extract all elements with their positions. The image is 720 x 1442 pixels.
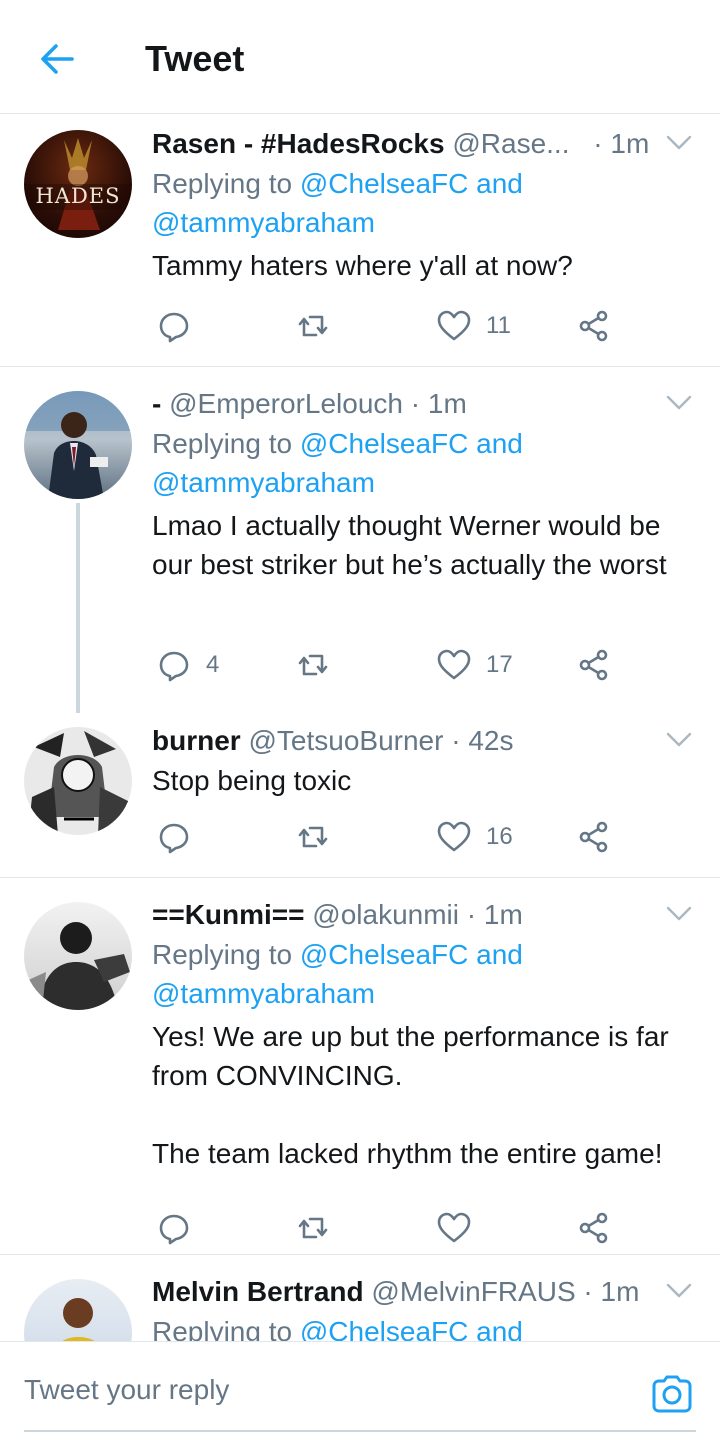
tweet-text: Yes! We are up but the performance is fa… — [152, 1021, 669, 1169]
replying-to-label: Replying to — [152, 428, 300, 459]
tweet-text: Stop being toxic — [152, 765, 352, 796]
avatar[interactable] — [24, 1279, 132, 1341]
reply-count: 4 — [206, 651, 220, 678]
tweet[interactable]: ==Kunmi== @olakunmii · 1m Replying to @C… — [0, 878, 720, 1254]
top-bar: Tweet — [0, 0, 720, 114]
display-name[interactable]: Rasen - #HadesRocks — [152, 128, 445, 159]
timestamp: · 1m — [466, 899, 523, 930]
chevron-down-icon[interactable] — [666, 1282, 692, 1300]
mention-link[interactable]: @ChelseaFC and — [300, 1316, 523, 1341]
timestamp: · 1m — [583, 1276, 640, 1307]
replying-to-label: Replying to — [152, 1316, 300, 1341]
retweet-button[interactable] — [295, 1208, 345, 1248]
share-button[interactable] — [576, 645, 612, 685]
like-button[interactable]: 16 — [436, 817, 513, 857]
tweet[interactable]: HADES Rasen - #HadesRocks @Rase... · 1m … — [0, 114, 720, 366]
tweet[interactable]: Melvin Bertrand @MelvinFRAUS · 1m Replyi… — [0, 1255, 720, 1341]
input-underline — [24, 1430, 696, 1432]
like-button[interactable] — [436, 1208, 486, 1248]
tweet[interactable]: burner @TetsuoBurner · 42s Stop being to… — [0, 707, 720, 877]
share-icon — [579, 310, 608, 342]
retweet-icon — [298, 654, 328, 676]
arrow-left-icon[interactable] — [36, 38, 78, 80]
reply-button[interactable]: 4 — [156, 645, 219, 685]
replying-to: Replying to @ChelseaFC and @tammyabraham — [152, 164, 704, 242]
avatar[interactable] — [24, 391, 132, 499]
like-button[interactable]: 11 — [436, 306, 511, 346]
share-button[interactable] — [576, 817, 612, 857]
username[interactable]: @EmperorLelouch — [169, 388, 403, 419]
chevron-down-icon[interactable] — [666, 905, 692, 923]
replying-to: Replying to @ChelseaFC and @tammyabraham — [152, 935, 704, 1013]
reply-icon — [159, 312, 189, 343]
action-bar — [152, 1208, 622, 1248]
display-name[interactable]: - — [152, 388, 161, 419]
display-name[interactable]: burner — [152, 725, 241, 756]
tweet[interactable]: - @EmperorLelouch · 1m Replying to @Chel… — [0, 367, 720, 713]
like-count: 16 — [486, 823, 513, 850]
mention-link[interactable]: @tammyabraham — [152, 467, 375, 498]
chevron-down-icon[interactable] — [666, 134, 692, 152]
reply-icon — [159, 651, 189, 682]
mention-link[interactable]: @ChelseaFC and — [300, 428, 523, 459]
reply-button[interactable] — [156, 1208, 206, 1248]
retweet-button[interactable] — [295, 306, 345, 346]
like-count: 11 — [486, 312, 511, 339]
reply-icon — [159, 823, 189, 854]
like-count: 17 — [486, 651, 513, 678]
username[interactable]: @Rase... — [452, 128, 569, 159]
avatar[interactable]: HADES — [24, 130, 132, 238]
reply-composer: Tweet your reply — [0, 1341, 720, 1442]
heart-icon — [437, 310, 471, 341]
display-name[interactable]: Melvin Bertrand — [152, 1276, 364, 1307]
retweet-icon — [298, 1217, 328, 1239]
mention-link[interactable]: @tammyabraham — [152, 207, 375, 238]
timestamp: · 1m — [410, 388, 467, 419]
action-bar: 4 17 — [152, 645, 622, 685]
mention-link[interactable]: @ChelseaFC and — [300, 168, 523, 199]
reply-icon — [159, 1214, 189, 1245]
retweet-icon — [298, 315, 328, 337]
tweet-text: Lmao I actually thought Werner would be … — [152, 510, 669, 580]
avatar[interactable] — [24, 727, 132, 835]
reply-input[interactable]: Tweet your reply — [24, 1374, 229, 1406]
camera-icon[interactable] — [650, 1372, 694, 1416]
retweet-icon — [298, 826, 328, 848]
retweet-button[interactable] — [295, 817, 345, 857]
replying-to: Replying to @ChelseaFC and — [152, 1312, 704, 1341]
chevron-down-icon[interactable] — [666, 731, 692, 749]
like-button[interactable]: 17 — [436, 645, 513, 685]
retweet-button[interactable] — [295, 645, 345, 685]
avatar-logo-text: HADES — [35, 184, 121, 208]
username[interactable]: @TetsuoBurner — [248, 725, 443, 756]
replying-to-label: Replying to — [152, 939, 300, 970]
replying-to: Replying to @ChelseaFC and @tammyabraham — [152, 424, 704, 502]
heart-icon — [437, 649, 471, 680]
avatar[interactable] — [24, 902, 132, 1010]
replying-to-label: Replying to — [152, 168, 300, 199]
page-title: Tweet — [145, 38, 245, 79]
chevron-down-icon[interactable] — [666, 394, 692, 412]
username[interactable]: @olakunmii — [312, 899, 459, 930]
thread-line — [76, 503, 80, 713]
heart-icon — [437, 821, 471, 852]
mention-link[interactable]: @tammyabraham — [152, 978, 375, 1009]
reply-feed: HADES Rasen - #HadesRocks @Rase... · 1m … — [0, 114, 720, 1341]
timestamp: · 1m — [593, 128, 650, 159]
share-icon — [579, 821, 608, 853]
share-button[interactable] — [576, 1208, 612, 1248]
share-button[interactable] — [576, 306, 612, 346]
action-bar: 16 — [152, 817, 622, 857]
username[interactable]: @MelvinFRAUS — [371, 1276, 575, 1307]
share-icon — [579, 649, 608, 681]
tweet-text: Tammy haters where y'all at now? — [152, 250, 573, 281]
heart-icon — [437, 1212, 471, 1243]
action-bar: 11 — [152, 306, 622, 346]
mention-link[interactable]: @ChelseaFC and — [300, 939, 523, 970]
share-icon — [579, 1212, 608, 1244]
timestamp: · 42s — [451, 725, 514, 756]
reply-button[interactable] — [156, 817, 206, 857]
display-name[interactable]: ==Kunmi== — [152, 899, 305, 930]
reply-button[interactable] — [156, 306, 206, 346]
